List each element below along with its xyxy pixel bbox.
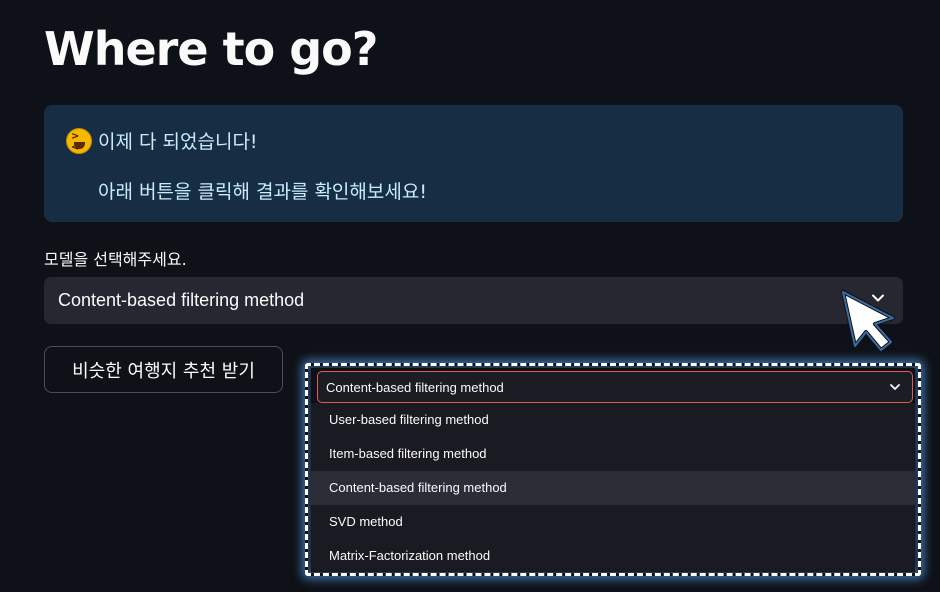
dropdown-selected-value: Content-based filtering method [326, 380, 504, 395]
laughing-face-icon [66, 127, 92, 154]
model-dropdown-panel: Content-based filtering method User-base… [311, 368, 915, 572]
model-select-label: 모델을 선택해주세요. [44, 250, 187, 269]
info-alert: 이제 다 되었습니다! 아래 버튼을 클릭해 결과를 확인해보세요! [44, 105, 903, 222]
dropdown-options-list: User-based filtering method Item-based f… [311, 403, 915, 572]
dropdown-option-matrix-factorization[interactable]: Matrix-Factorization method [311, 539, 915, 572]
info-message-title: 이제 다 되었습니다! [98, 131, 258, 153]
dropdown-option-item-based[interactable]: Item-based filtering method [311, 437, 915, 471]
dropdown-select-focused[interactable]: Content-based filtering method [317, 371, 913, 403]
page-title: Where to go? [44, 22, 378, 76]
dropdown-option-user-based[interactable]: User-based filtering method [311, 403, 915, 437]
mouse-pointer-icon [841, 290, 895, 352]
recommend-button[interactable]: 비슷한 여행지 추천 받기 [44, 346, 283, 393]
model-select-value: Content-based filtering method [58, 290, 305, 310]
chevron-down-icon[interactable] [889, 381, 901, 393]
info-message-body: 아래 버튼을 클릭해 결과를 확인해보세요! [98, 181, 427, 203]
model-select[interactable]: Content-based filtering method [44, 277, 903, 324]
dropdown-option-content-based[interactable]: Content-based filtering method [311, 471, 915, 505]
info-line-1: 이제 다 되었습니다! [66, 127, 258, 154]
dropdown-option-svd[interactable]: SVD method [311, 505, 915, 539]
